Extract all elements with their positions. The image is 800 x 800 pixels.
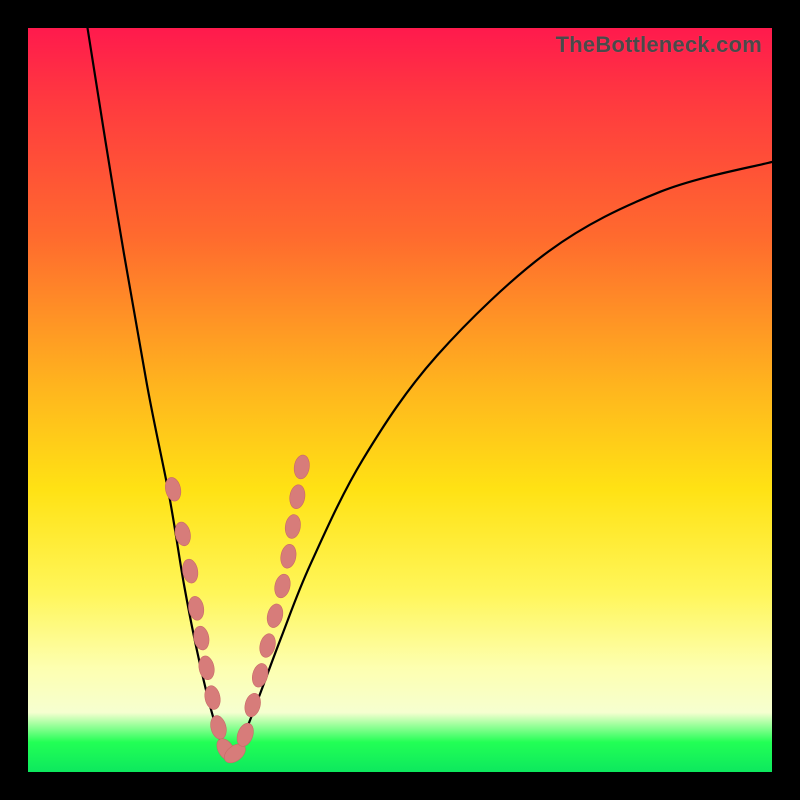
bead-marker: [284, 514, 302, 540]
bead-marker: [250, 662, 270, 689]
bead-marker: [265, 602, 285, 629]
bead-marker: [272, 573, 292, 600]
outer-frame: TheBottleneck.com: [0, 0, 800, 800]
bead-marker: [279, 543, 298, 569]
bottleneck-curve: [88, 28, 772, 757]
curve-svg: [28, 28, 772, 772]
bead-marker: [197, 655, 216, 681]
bead-group: [163, 454, 311, 767]
plot-area: TheBottleneck.com: [28, 28, 772, 772]
bead-marker: [173, 521, 193, 548]
bead-marker: [293, 454, 311, 480]
bead-marker: [192, 625, 211, 651]
bead-marker: [208, 714, 229, 741]
bead-marker: [288, 484, 306, 510]
